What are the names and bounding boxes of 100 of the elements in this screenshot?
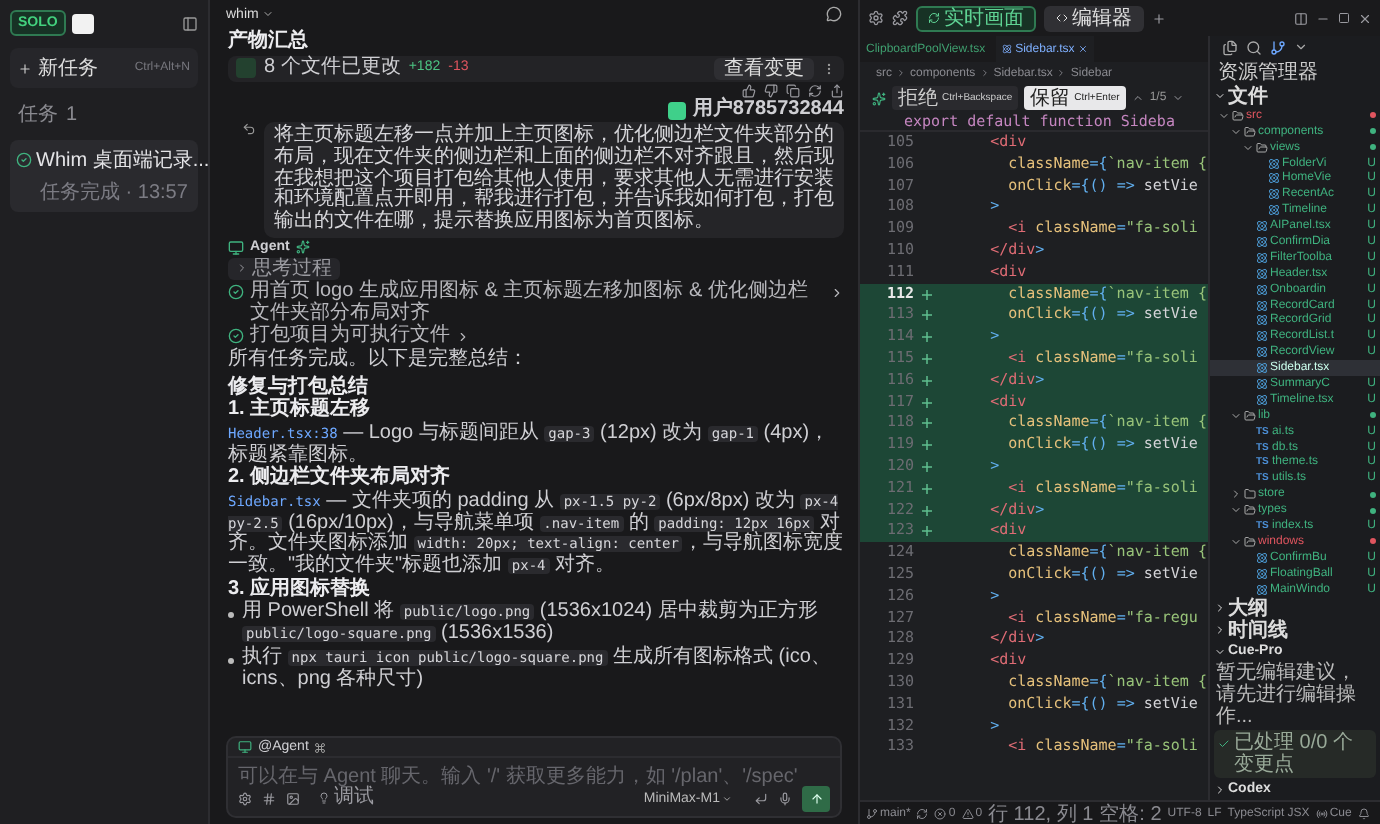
chevron-icon <box>722 794 732 804</box>
broadcast-icon <box>1315 807 1328 819</box>
task-title: Whim 桌面端记录... <box>36 147 210 174</box>
breadcrumb-separator-icon <box>979 68 990 78</box>
status-item[interactable]: 空格: 2 <box>1099 799 1162 824</box>
thinking-toggle[interactable]: 思考过程 <box>228 257 340 280</box>
layout-icon <box>1294 11 1308 25</box>
chat-bubble-icon <box>826 6 842 22</box>
view-tab[interactable]: 实时画面 <box>916 5 1036 31</box>
cue-status[interactable]: 已处理 0/0 个变更点 <box>1214 729 1376 778</box>
added-marker-icon <box>922 505 932 516</box>
section-heading: 1. 主页标题左移 <box>228 400 373 422</box>
branch-icon <box>866 807 878 819</box>
folder-icon <box>1244 504 1256 517</box>
files-changed-label: 8 个文件已更改 <box>264 57 401 80</box>
bullet-icon <box>228 612 234 619</box>
summary-title: 修复与打包总结 <box>228 377 368 398</box>
added-marker-icon <box>922 397 932 408</box>
summary-intro: 所有任务完成。以下是完整总结： <box>228 349 530 372</box>
branch-icon <box>1270 39 1286 56</box>
user-name: 用户8785732844 <box>692 99 844 121</box>
atom-icon <box>1256 567 1268 580</box>
thumbs-down-icon <box>764 83 778 98</box>
task-count: 1 <box>66 103 78 125</box>
search-icon <box>1246 39 1262 56</box>
check-icon <box>1218 737 1230 750</box>
added-marker-icon <box>922 483 932 494</box>
panel-header[interactable]: 大纲 <box>1210 597 1380 620</box>
added-marker-icon <box>922 289 932 300</box>
monitor-icon <box>228 239 244 256</box>
microphone-icon <box>778 792 792 806</box>
view-tab[interactable]: 编辑器 <box>1044 5 1144 31</box>
added-marker-icon <box>922 440 932 451</box>
status-item[interactable]: 行 112, 列 1 <box>988 799 1094 824</box>
added-marker-icon <box>922 332 932 343</box>
copy-icon <box>786 83 800 98</box>
maximize-icon <box>1338 12 1350 24</box>
user-message: 将主页标题左移一点并加上主页图标，优化侧边栏文件夹部分的布局，现在文件夹的侧边栏和上面的侧边栏不对齐跟且，然后现在我想把这个项目打包给其他人使用，要求其他人无需进行安装和环境配置点开即用，帮我进行打包，并告诉我如何打包，打包输出的文件在哪，提示替换应用图标为首页图标。 <box>264 122 844 238</box>
settings-icon <box>868 10 884 26</box>
undo-arrow-icon <box>242 122 256 137</box>
files-icon <box>1222 39 1238 56</box>
chevron-icon <box>1230 409 1242 422</box>
agent-step[interactable]: 打包项目为可执行文件 <box>228 326 844 348</box>
refresh-icon <box>928 12 940 24</box>
chevron-icon <box>830 285 844 300</box>
artifacts-title: 产物汇总 <box>228 32 310 54</box>
check-circle-icon <box>228 328 244 345</box>
puzzle-icon <box>892 10 908 26</box>
view-changes-button[interactable]: 查看变更 <box>714 57 814 80</box>
warning-icon <box>961 807 974 819</box>
plus-icon <box>1152 11 1166 25</box>
thumbs-up-icon <box>742 83 756 98</box>
atom-icon <box>1256 583 1268 596</box>
breadcrumb-separator-icon <box>896 68 906 78</box>
chevron-down-icon <box>1172 92 1185 104</box>
bullet-icon <box>228 657 234 664</box>
atom-icon <box>1256 346 1268 359</box>
logo-mark-icon <box>71 13 94 33</box>
task-status: 任务完成 · 13:57 <box>38 179 190 206</box>
check-circle-icon <box>228 283 244 300</box>
folder-icon <box>1244 409 1256 422</box>
close-icon <box>1358 11 1372 25</box>
lightbulb-icon <box>318 791 330 803</box>
section-heading: 3. 应用图标替换 <box>228 579 373 600</box>
settings-icon <box>238 792 252 806</box>
code-icon <box>1056 12 1068 24</box>
image-icon <box>286 792 300 806</box>
explorer-title: 资源管理器 <box>1216 60 1320 85</box>
chevron-up-icon <box>1131 92 1144 104</box>
agent-step[interactable]: 用首页 logo 生成应用图标 & 主页标题左移加图标 & 优化侧边栏文件夹部分布局对齐 <box>228 281 844 325</box>
files-section-header[interactable]: 文件 <box>1210 85 1380 108</box>
sync-icon <box>916 807 929 819</box>
added-marker-icon <box>922 461 932 472</box>
sparkle-icon <box>872 91 886 105</box>
sparkle-icon <box>295 240 310 255</box>
command-icon <box>314 741 327 753</box>
atom-icon <box>1001 44 1012 54</box>
chevron-icon <box>1294 40 1308 55</box>
panel-header[interactable]: 时间线 <box>1210 619 1380 642</box>
send-button[interactable] <box>802 786 830 812</box>
user-avatar <box>668 101 687 120</box>
message-input[interactable]: 可以在与 Agent 聊天。输入 '/' 获取更多能力，如 '/plan'、'/spec' <box>228 758 840 786</box>
folder-icon <box>1244 535 1256 548</box>
refresh-icon <box>808 83 822 98</box>
chevron-icon <box>236 262 248 275</box>
enter-icon <box>754 792 768 806</box>
breadcrumb-separator-icon <box>1056 68 1067 78</box>
mode-chip[interactable]: 调试 <box>310 786 382 808</box>
plus-icon <box>18 61 32 75</box>
added-marker-icon <box>922 353 932 364</box>
atom-icon <box>1256 220 1268 233</box>
share-icon <box>830 83 844 98</box>
section-heading: 2. 侧边栏文件夹布局对齐 <box>228 468 453 489</box>
cue-message: 暂无编辑建议，请先进行编辑操作... <box>1214 661 1358 728</box>
atom-icon <box>1268 204 1280 217</box>
chevron-icon <box>1230 535 1242 548</box>
atom-icon <box>1268 188 1280 201</box>
sidebar-toggle-icon <box>182 15 198 31</box>
atom-icon <box>1256 283 1268 296</box>
file-change-icon <box>236 58 256 79</box>
